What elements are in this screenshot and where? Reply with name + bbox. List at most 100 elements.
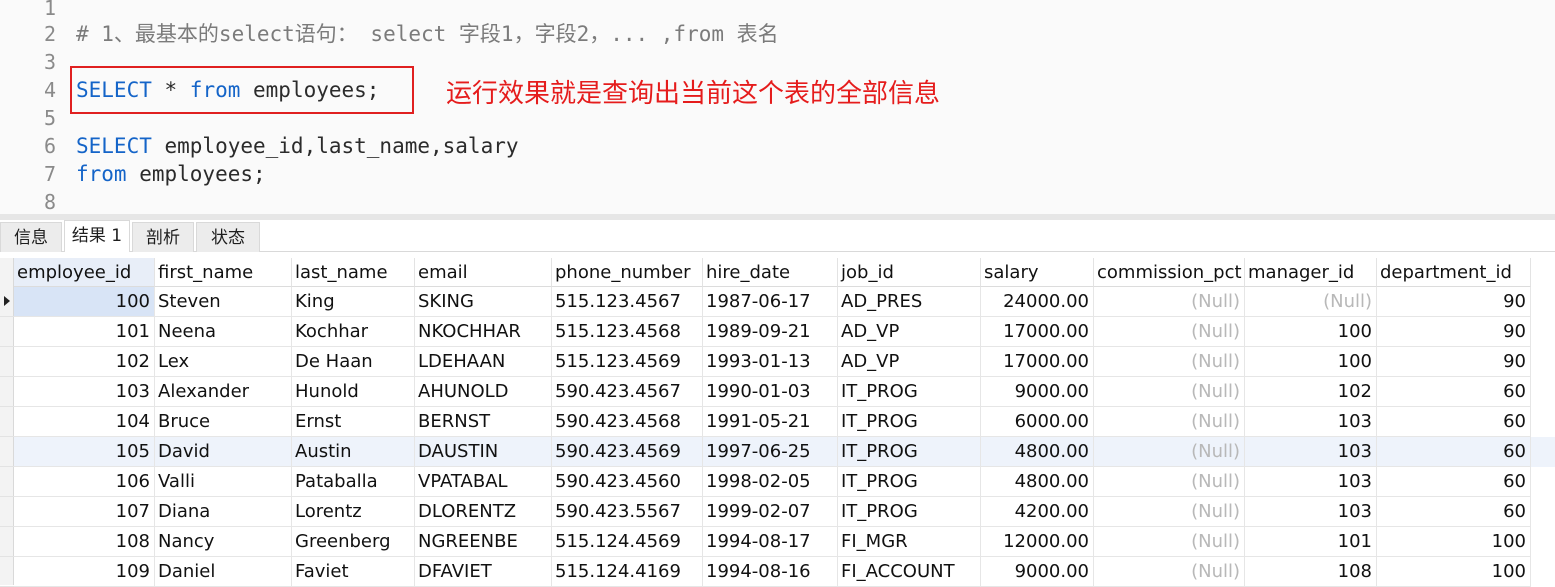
cell-last-name[interactable]: Faviet bbox=[292, 557, 415, 587]
cell-email[interactable]: VPATABAL bbox=[415, 467, 552, 497]
cell-job-id[interactable]: IT_PROG bbox=[838, 437, 981, 467]
cell-first-name[interactable]: Neena bbox=[155, 317, 292, 347]
table-row[interactable]: 107 Diana Lorentz DLORENTZ 590.423.5567 1999-… bbox=[14, 497, 1555, 527]
cell-last-name[interactable]: King bbox=[292, 287, 415, 317]
cell-email[interactable]: NGREENBE bbox=[415, 527, 552, 557]
cell-department-id[interactable]: 90 bbox=[1377, 347, 1531, 377]
cell-manager-id[interactable]: 103 bbox=[1245, 437, 1377, 467]
cell-salary[interactable]: 17000.00 bbox=[981, 347, 1094, 377]
cell-last-name[interactable]: Hunold bbox=[292, 377, 415, 407]
cell-commission-pct[interactable]: (Null) bbox=[1094, 347, 1245, 377]
cell-last-name[interactable]: Austin bbox=[292, 437, 415, 467]
cell-hire-date[interactable]: 1994-08-16 bbox=[703, 557, 838, 587]
row-selector[interactable] bbox=[0, 437, 14, 467]
cell-hire-date[interactable]: 1987-06-17 bbox=[703, 287, 838, 317]
cell-salary[interactable]: 24000.00 bbox=[981, 287, 1094, 317]
cell-department-id[interactable]: 60 bbox=[1377, 497, 1531, 527]
cell-last-name[interactable]: Pataballa bbox=[292, 467, 415, 497]
cell-manager-id[interactable]: 103 bbox=[1245, 467, 1377, 497]
cell-salary[interactable]: 4800.00 bbox=[981, 467, 1094, 497]
cell-first-name[interactable]: David bbox=[155, 437, 292, 467]
cell-commission-pct[interactable]: (Null) bbox=[1094, 317, 1245, 347]
cell-commission-pct[interactable]: (Null) bbox=[1094, 407, 1245, 437]
cell-employee-id[interactable]: 108 bbox=[14, 527, 155, 557]
code-line[interactable]: 7 from employees; bbox=[0, 160, 1555, 188]
cell-employee-id[interactable]: 105 bbox=[14, 437, 155, 467]
cell-phone-number[interactable]: 590.423.4567 bbox=[552, 377, 703, 407]
row-selector[interactable] bbox=[0, 527, 14, 557]
cell-last-name[interactable]: Lorentz bbox=[292, 497, 415, 527]
cell-first-name[interactable]: Valli bbox=[155, 467, 292, 497]
table-row[interactable]: 102 Lex De Haan LDEHAAN 515.123.4569 1993-01-… bbox=[14, 347, 1555, 377]
cell-hire-date[interactable]: 1990-01-03 bbox=[703, 377, 838, 407]
cell-department-id[interactable]: 90 bbox=[1377, 317, 1531, 347]
column-header-job-id[interactable]: job_id bbox=[838, 258, 981, 287]
cell-salary[interactable]: 12000.00 bbox=[981, 527, 1094, 557]
cell-department-id[interactable]: 60 bbox=[1377, 437, 1531, 467]
cell-first-name[interactable]: Nancy bbox=[155, 527, 292, 557]
table-row[interactable]: 109 Daniel Faviet DFAVIET 515.124.4169 1994-0… bbox=[14, 557, 1555, 587]
cell-phone-number[interactable]: 590.423.4569 bbox=[552, 437, 703, 467]
cell-salary[interactable]: 9000.00 bbox=[981, 377, 1094, 407]
cell-job-id[interactable]: IT_PROG bbox=[838, 377, 981, 407]
cell-last-name[interactable]: Kochhar bbox=[292, 317, 415, 347]
cell-email[interactable]: LDEHAAN bbox=[415, 347, 552, 377]
tab-status[interactable]: 状态 bbox=[196, 222, 260, 252]
cell-first-name[interactable]: Daniel bbox=[155, 557, 292, 587]
result-grid[interactable]: employee_id first_name last_name email phone… bbox=[0, 258, 1555, 587]
sql-editor[interactable]: 1 2 # 1、最基本的select语句： select 字段1，字段2，... ,… bbox=[0, 0, 1555, 214]
column-header-salary[interactable]: salary bbox=[981, 258, 1094, 287]
table-row[interactable]: 103 Alexander Hunold AHUNOLD 590.423.4567 199… bbox=[14, 377, 1555, 407]
cell-last-name[interactable]: Ernst bbox=[292, 407, 415, 437]
column-header-email[interactable]: email bbox=[415, 258, 552, 287]
cell-department-id[interactable]: 100 bbox=[1377, 557, 1531, 587]
cell-hire-date[interactable]: 1993-01-13 bbox=[703, 347, 838, 377]
cell-first-name[interactable]: Lex bbox=[155, 347, 292, 377]
cell-employee-id[interactable]: 104 bbox=[14, 407, 155, 437]
cell-manager-id[interactable]: 108 bbox=[1245, 557, 1377, 587]
cell-hire-date[interactable]: 1994-08-17 bbox=[703, 527, 838, 557]
cell-department-id[interactable]: 60 bbox=[1377, 377, 1531, 407]
cell-department-id[interactable]: 60 bbox=[1377, 467, 1531, 497]
cell-hire-date[interactable]: 1997-06-25 bbox=[703, 437, 838, 467]
cell-commission-pct[interactable]: (Null) bbox=[1094, 557, 1245, 587]
tab-info[interactable]: 信息 bbox=[0, 222, 62, 252]
cell-first-name[interactable]: Diana bbox=[155, 497, 292, 527]
cell-email[interactable]: DFAVIET bbox=[415, 557, 552, 587]
cell-job-id[interactable]: FI_ACCOUNT bbox=[838, 557, 981, 587]
cell-commission-pct[interactable]: (Null) bbox=[1094, 467, 1245, 497]
cell-employee-id[interactable]: 103 bbox=[14, 377, 155, 407]
cell-phone-number[interactable]: 590.423.4560 bbox=[552, 467, 703, 497]
cell-phone-number[interactable]: 590.423.4568 bbox=[552, 407, 703, 437]
cell-commission-pct[interactable]: (Null) bbox=[1094, 287, 1245, 317]
cell-manager-id[interactable]: (Null) bbox=[1245, 287, 1377, 317]
cell-employee-id[interactable]: 106 bbox=[14, 467, 155, 497]
cell-email[interactable]: NKOCHHAR bbox=[415, 317, 552, 347]
tab-result-1[interactable]: 结果 1 bbox=[64, 220, 130, 252]
row-selector[interactable] bbox=[0, 377, 14, 407]
cell-employee-id[interactable]: 109 bbox=[14, 557, 155, 587]
cell-last-name[interactable]: De Haan bbox=[292, 347, 415, 377]
table-row[interactable]: 105 David Austin DAUSTIN 590.423.4569 1997-06… bbox=[14, 437, 1555, 467]
cell-job-id[interactable]: IT_PROG bbox=[838, 467, 981, 497]
column-header-employee-id[interactable]: employee_id bbox=[14, 258, 155, 287]
cell-job-id[interactable]: IT_PROG bbox=[838, 407, 981, 437]
cell-commission-pct[interactable]: (Null) bbox=[1094, 437, 1245, 467]
cell-email[interactable]: BERNST bbox=[415, 407, 552, 437]
row-selector[interactable] bbox=[0, 407, 14, 437]
cell-email[interactable]: SKING bbox=[415, 287, 552, 317]
cell-employee-id[interactable]: 101 bbox=[14, 317, 155, 347]
cell-commission-pct[interactable]: (Null) bbox=[1094, 377, 1245, 407]
cell-salary[interactable]: 9000.00 bbox=[981, 557, 1094, 587]
cell-hire-date[interactable]: 1989-09-21 bbox=[703, 317, 838, 347]
row-selector-gutter[interactable] bbox=[0, 258, 14, 587]
row-selector[interactable] bbox=[0, 317, 14, 347]
cell-salary[interactable]: 17000.00 bbox=[981, 317, 1094, 347]
cell-hire-date[interactable]: 1998-02-05 bbox=[703, 467, 838, 497]
code-line[interactable]: 1 bbox=[0, 0, 1555, 22]
table-row[interactable]: 100 Steven King SKING 515.123.4567 1987-06-17… bbox=[14, 287, 1555, 317]
cell-phone-number[interactable]: 515.124.4569 bbox=[552, 527, 703, 557]
cell-commission-pct[interactable]: (Null) bbox=[1094, 527, 1245, 557]
cell-job-id[interactable]: IT_PROG bbox=[838, 497, 981, 527]
cell-phone-number[interactable]: 515.123.4569 bbox=[552, 347, 703, 377]
